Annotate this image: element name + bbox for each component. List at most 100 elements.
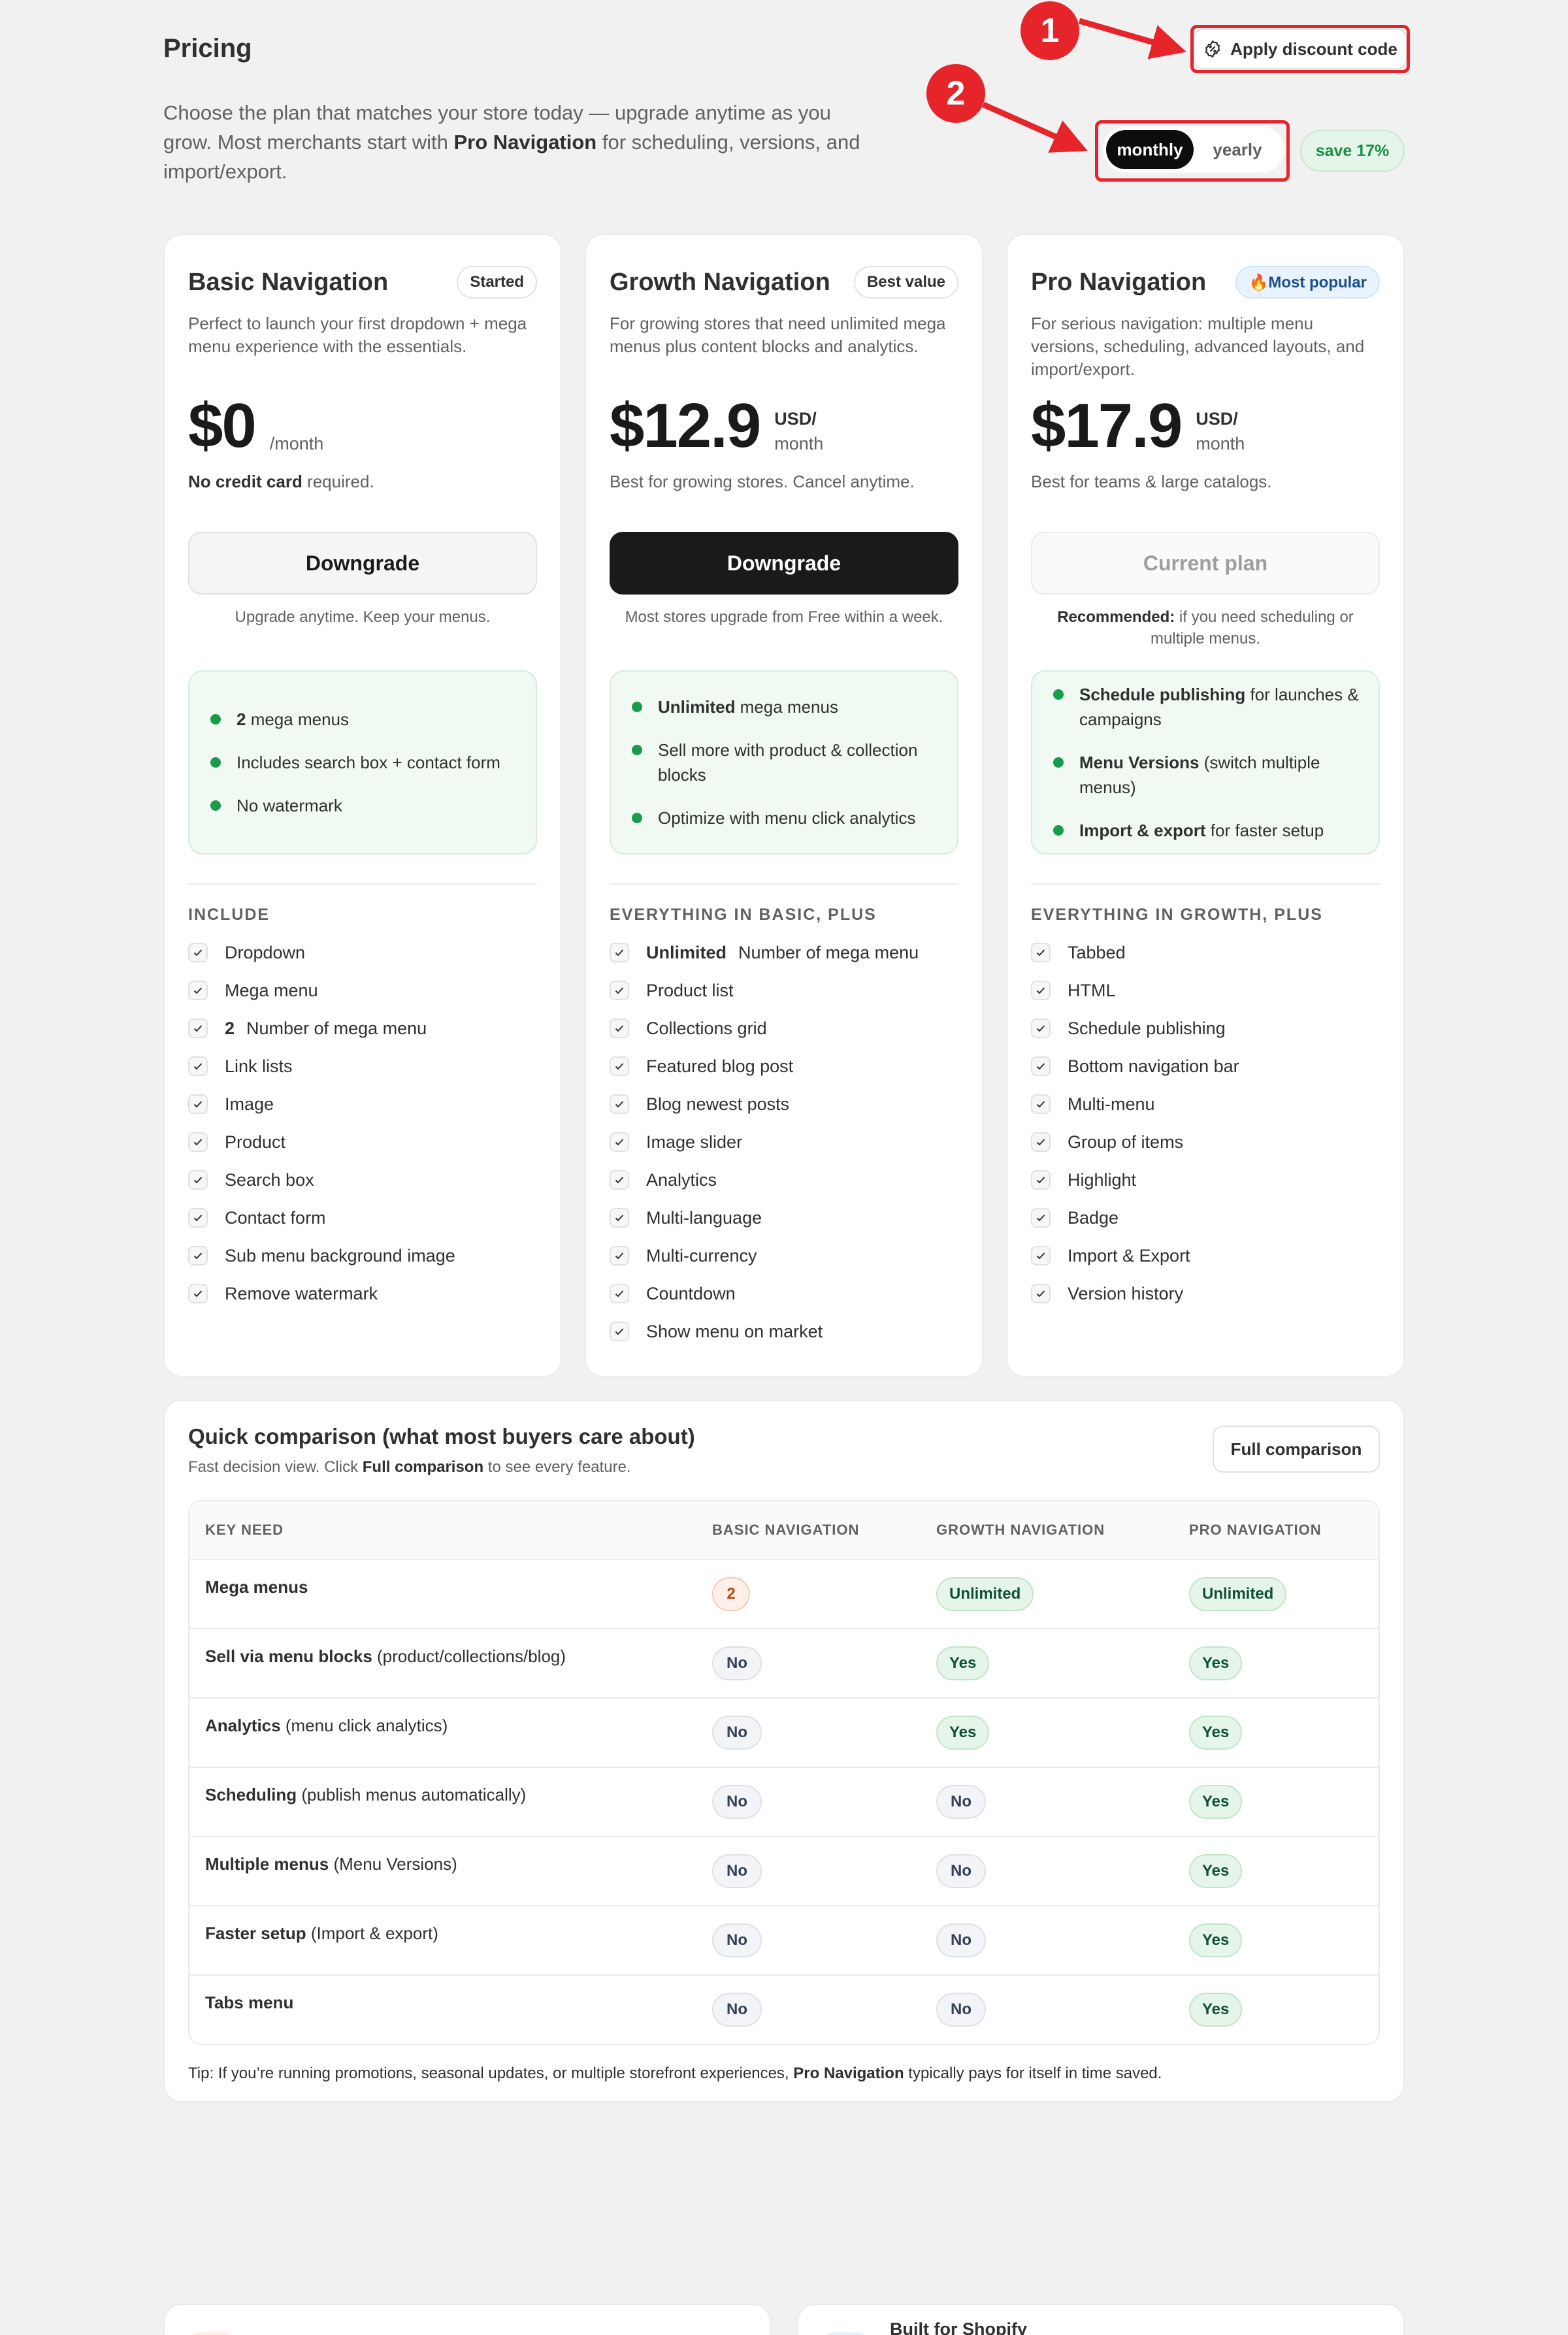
- highlight-text: Schedule publishing for launches & campa…: [1079, 685, 1359, 729]
- feature-label: Bottom navigation bar: [1068, 1056, 1239, 1076]
- green-dot-icon: [632, 702, 642, 712]
- downgrade-button[interactable]: Downgrade: [610, 532, 958, 595]
- table-row: Multiple menus (Menu Versions) No No Yes: [189, 1836, 1379, 1905]
- checkmark-icon: [1031, 981, 1051, 1000]
- checkmark-icon: [610, 1170, 629, 1190]
- feature-label: Number of mega menu: [738, 942, 919, 962]
- status-pill: No: [712, 1854, 762, 1888]
- green-dot-icon: [1053, 825, 1064, 836]
- table-row: Sell via menu blocks (product/collection…: [189, 1628, 1379, 1697]
- growth-cell: No: [936, 1785, 1189, 1819]
- feature-item: Import & Export: [1031, 1237, 1380, 1275]
- feature-label: Badge: [1068, 1207, 1119, 1228]
- green-dot-icon: [632, 813, 642, 823]
- price-row: $12.9 USD/month: [610, 384, 958, 457]
- highlight-item: 2 mega menus: [208, 707, 517, 732]
- bottom-card-left: [163, 2304, 771, 2335]
- highlight-item: Includes search box + contact form: [208, 750, 517, 775]
- quick-comparison: Quick comparison (what most buyers care …: [163, 1399, 1405, 2102]
- highlight-text: 2 mega menus: [237, 710, 349, 729]
- highlight-text: No watermark: [237, 796, 342, 815]
- basic-cell: No: [712, 1854, 936, 1888]
- plan-highlights: Unlimited mega menus Sell more with produ…: [610, 670, 958, 855]
- key-need-cell: Analytics (menu click analytics): [205, 1716, 448, 1735]
- key-need-cell: Tabs menu: [205, 1993, 294, 2012]
- price-row: $17.9 USD/month: [1031, 384, 1380, 457]
- feature-value: 2: [225, 1018, 235, 1038]
- highlight-item: Schedule publishing for launches & campa…: [1051, 682, 1360, 732]
- feature-label: Import & Export: [1068, 1245, 1190, 1265]
- plan-name: Basic Navigation: [188, 268, 389, 296]
- feature-item: Image: [188, 1085, 537, 1123]
- table-header-row: KEY NEED BASIC NAVIGATION GROWTH NAVIGAT…: [189, 1501, 1379, 1559]
- table-row: Analytics (menu click analytics) No Yes Yes: [189, 1697, 1379, 1767]
- checkmark-icon: [188, 1208, 208, 1228]
- status-pill: 2: [712, 1577, 750, 1611]
- feature-label: Number of mega menu: [246, 1018, 427, 1038]
- plan-badge: Started: [457, 266, 537, 299]
- highlight-text: Sell more with product & collection bloc…: [658, 740, 918, 785]
- price-note: Best for growing stores. Cancel anytime.: [610, 472, 915, 491]
- divider: [188, 883, 537, 885]
- highlight-item: Unlimited mega menus: [629, 694, 939, 719]
- highlight-item: Import & export for faster setup: [1051, 818, 1360, 843]
- feature-item: Highlight: [1031, 1161, 1380, 1199]
- column-header: GROWTH NAVIGATION: [936, 1522, 1105, 1538]
- pro-cell: Yes: [1189, 1854, 1379, 1888]
- checkmark-icon: [188, 1170, 208, 1190]
- feature-label: Product list: [646, 980, 734, 1000]
- feature-label: Sub menu background image: [225, 1245, 455, 1265]
- feature-item: Group of items: [1031, 1123, 1380, 1161]
- plan-highlights: Schedule publishing for launches & campa…: [1031, 670, 1380, 855]
- plan-name: Pro Navigation: [1031, 268, 1207, 296]
- checkmark-icon: [610, 1284, 629, 1303]
- growth-cell: Yes: [936, 1716, 1189, 1750]
- highlight-item: No watermark: [208, 793, 517, 818]
- plan-price: $17.9: [1031, 391, 1183, 461]
- feature-label: Tabbed: [1068, 942, 1126, 962]
- table-body: Mega menus 2 Unlimited Unlimited Sell via me…: [189, 1559, 1379, 2044]
- status-pill: Yes: [1189, 1993, 1243, 2027]
- checkmark-icon: [610, 1208, 629, 1228]
- pro-cell: Yes: [1189, 1716, 1379, 1750]
- checkmark-icon: [188, 943, 208, 962]
- features-title: EVERYTHING IN BASIC, PLUS: [610, 906, 877, 924]
- checkmark-icon: [610, 1094, 629, 1114]
- price-row: $0 /month: [188, 384, 537, 457]
- feature-label: Analytics: [646, 1169, 717, 1190]
- checkmark-icon: [610, 1322, 629, 1341]
- cta-note: Upgrade anytime. Keep your menus.: [235, 608, 491, 626]
- price-unit: USD/month: [1196, 409, 1245, 453]
- downgrade-button[interactable]: Downgrade: [188, 532, 537, 595]
- checkmark-icon: [610, 1132, 629, 1152]
- feature-item: Multi-menu: [1031, 1085, 1380, 1123]
- pro-cell: Yes: [1189, 1785, 1379, 1819]
- status-pill: No: [712, 1785, 762, 1819]
- annotation-box-2: [1095, 120, 1290, 182]
- feature-label: Remove watermark: [225, 1283, 378, 1303]
- pro-cell: Yes: [1189, 1923, 1379, 1957]
- checkmark-icon: [188, 1246, 208, 1265]
- table-row: Mega menus 2 Unlimited Unlimited: [189, 1559, 1379, 1628]
- annotation-box-1: [1190, 25, 1410, 73]
- feature-item: Link lists: [188, 1047, 537, 1085]
- full-comparison-button[interactable]: Full comparison: [1213, 1426, 1380, 1473]
- checkmark-icon: [1031, 1132, 1051, 1152]
- table-row: Scheduling (publish menus automatically)…: [189, 1767, 1379, 1836]
- feature-value: Unlimited: [646, 942, 727, 962]
- checkmark-icon: [188, 1019, 208, 1038]
- feature-label: Collections grid: [646, 1018, 767, 1038]
- status-pill: No: [712, 1716, 762, 1750]
- cta-note: Most stores upgrade from Free within a w…: [625, 608, 943, 626]
- feature-item: Countdown: [610, 1275, 958, 1313]
- plan-price: $12.9: [610, 391, 761, 461]
- feature-item: Badge: [1031, 1199, 1380, 1237]
- basic-cell: No: [712, 1785, 936, 1819]
- status-pill: Yes: [1189, 1646, 1243, 1680]
- pro-cell: Yes: [1189, 1646, 1379, 1680]
- built-for-shopify-label: Built for Shopify: [890, 2319, 1027, 2335]
- features-title: EVERYTHING IN GROWTH, PLUS: [1031, 906, 1323, 924]
- plan-description: Perfect to launch your first dropdown + …: [188, 314, 527, 356]
- plan-name: Growth Navigation: [610, 268, 830, 296]
- status-pill: No: [712, 1993, 762, 2027]
